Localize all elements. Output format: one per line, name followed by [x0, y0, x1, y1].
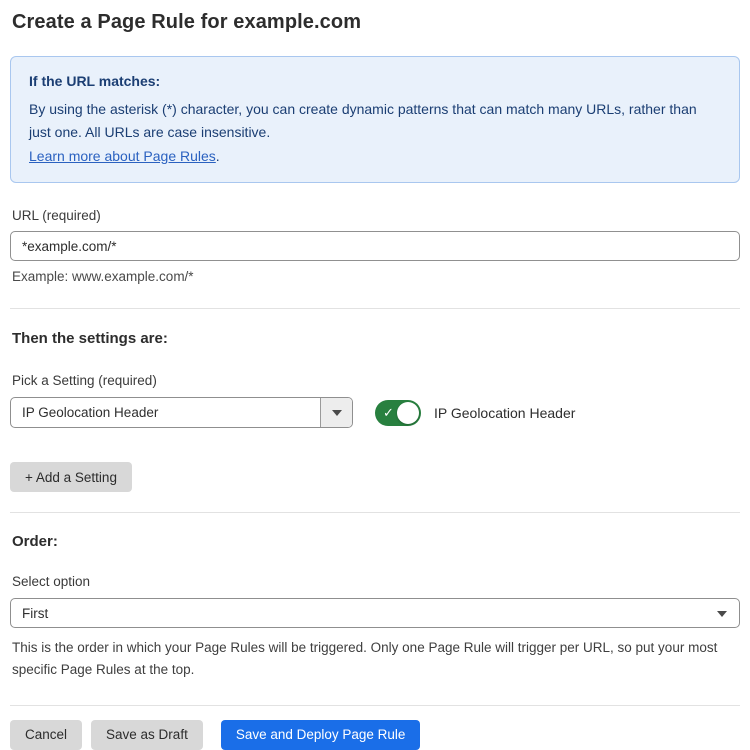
- setting-dropdown[interactable]: IP Geolocation Header: [10, 397, 353, 428]
- divider: [10, 512, 740, 513]
- toggle-label: IP Geolocation Header: [434, 405, 575, 421]
- page-rule-form: Create a Page Rule for example.com If th…: [0, 0, 750, 750]
- order-section-heading: Order:: [10, 533, 740, 550]
- chevron-down-icon: [717, 611, 727, 617]
- setting-row: IP Geolocation Header ✓ IP Geolocation H…: [10, 397, 740, 428]
- save-and-deploy-button[interactable]: Save and Deploy Page Rule: [221, 720, 421, 750]
- order-help-text: This is the order in which your Page Rul…: [10, 637, 742, 682]
- setting-dropdown-value: IP Geolocation Header: [11, 398, 320, 427]
- learn-more-link[interactable]: Learn more about Page Rules: [29, 148, 216, 164]
- divider: [10, 308, 740, 309]
- url-input[interactable]: [10, 231, 740, 261]
- pick-setting-label: Pick a Setting (required): [10, 373, 740, 388]
- select-option-label: Select option: [10, 574, 740, 589]
- setting-dropdown-arrow-button[interactable]: [320, 398, 352, 427]
- chevron-down-icon: [332, 410, 342, 416]
- info-box-heading: If the URL matches:: [29, 70, 721, 94]
- page-title: Create a Page Rule for example.com: [10, 11, 740, 34]
- check-icon: ✓: [383, 404, 394, 421]
- toggle-knob: [397, 402, 419, 424]
- url-match-info-box: If the URL matches: By using the asteris…: [10, 56, 740, 183]
- ip-geolocation-toggle[interactable]: ✓: [375, 400, 421, 426]
- toggle-group: ✓ IP Geolocation Header: [375, 400, 575, 426]
- divider: [10, 705, 740, 706]
- settings-section-heading: Then the settings are:: [10, 330, 740, 347]
- info-box-link-line: Learn more about Page Rules.: [29, 145, 721, 169]
- link-suffix: .: [216, 148, 220, 164]
- order-select-value: First: [22, 606, 48, 621]
- url-label: URL (required): [10, 208, 740, 223]
- info-box-body: By using the asterisk (*) character, you…: [29, 98, 721, 145]
- order-select[interactable]: First: [10, 598, 740, 628]
- save-as-draft-button[interactable]: Save as Draft: [91, 720, 203, 750]
- footer-actions: Cancel Save as Draft Save and Deploy Pag…: [10, 720, 740, 750]
- url-example-hint: Example: www.example.com/*: [10, 269, 740, 284]
- add-setting-button[interactable]: + Add a Setting: [10, 462, 132, 492]
- cancel-button[interactable]: Cancel: [10, 720, 82, 750]
